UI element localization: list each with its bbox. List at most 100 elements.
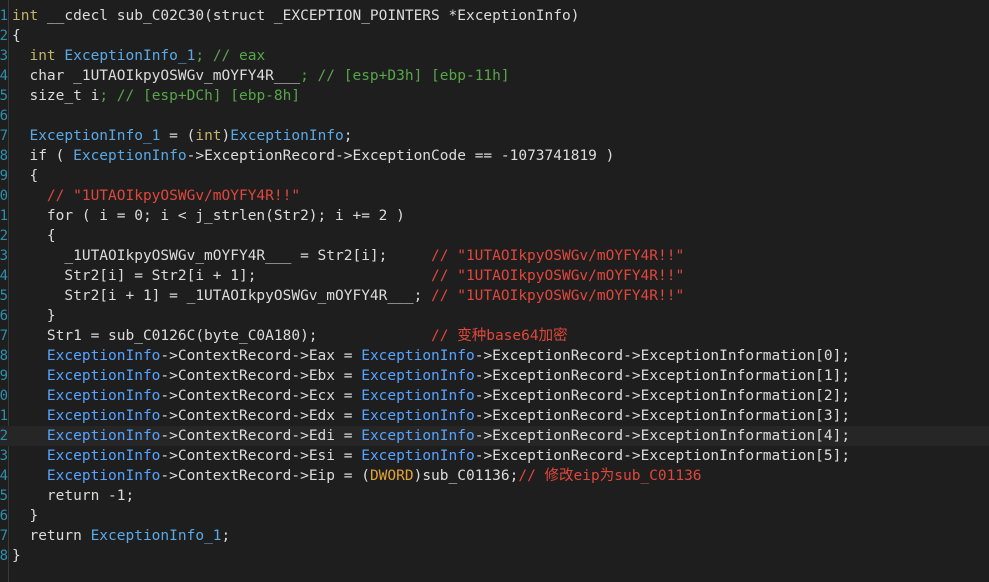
- code-text: ExceptionInfo->ContextRecord->Edx = Exce…: [12, 406, 850, 426]
- code-line[interactable]: 6 }: [0, 306, 989, 326]
- code-line[interactable]: 7 Str1 = sub_C0126C(byte_C0A180); // 变种b…: [0, 326, 989, 346]
- code-token: ExceptionInfo: [46, 388, 161, 404]
- code-lines[interactable]: 1 int __cdecl sub_C02C30(struct _EXCEPTIO…: [0, 6, 989, 566]
- code-token: ExceptionInfo: [361, 448, 475, 464]
- pseudocode-editor[interactable]: 1 int __cdecl sub_C02C30(struct _EXCEPTIO…: [0, 0, 989, 582]
- code-token: ExceptionInfo: [46, 348, 161, 364]
- code-line[interactable]: 5 return -1;: [0, 486, 989, 506]
- code-token: ; // [esp+D3h] [ebp-11h]: [300, 68, 510, 84]
- line-number: 3: [0, 48, 8, 64]
- line-number: 4: [0, 468, 8, 484]
- line-number: 5: [0, 488, 8, 504]
- code-line[interactable]: 1 int __cdecl sub_C02C30(struct _EXCEPTIO…: [0, 6, 989, 26]
- code-token: // "1UTAOIkpyOSWGv/mOYFY4R!!": [431, 248, 685, 264]
- code-line[interactable]: 6: [0, 106, 989, 126]
- code-text: ExceptionInfo->ContextRecord->Esi = Exce…: [12, 446, 850, 466]
- code-line[interactable]: 3 ExceptionInfo->ContextRecord->Esi = Ex…: [0, 446, 989, 466]
- code-token: ExceptionInfo: [361, 388, 475, 404]
- code-token: ExceptionInfo_1: [29, 128, 161, 144]
- code-token: ->ContextRecord->Esi =: [160, 448, 362, 464]
- code-line[interactable]: 8 ExceptionInfo->ContextRecord->Eax = Ex…: [0, 346, 989, 366]
- code-token: ExceptionInfo: [361, 348, 475, 364]
- code-text: Str1 = sub_C0126C(byte_C0A180); // 变种bas…: [12, 326, 568, 346]
- line-number: 7: [0, 128, 8, 144]
- line-number: 7: [0, 328, 8, 344]
- code-line[interactable]: 0 // "1UTAOIkpyOSWGv/mOYFY4R!!": [0, 186, 989, 206]
- code-text: return ExceptionInfo_1;: [12, 526, 230, 546]
- line-number: 3: [0, 248, 8, 264]
- code-token: // 修改eip为sub_C01136: [518, 468, 702, 484]
- code-token: int: [195, 128, 222, 144]
- code-token: // "1UTAOIkpyOSWGv/mOYFY4R!!": [431, 288, 685, 304]
- code-token: ExceptionInfo: [46, 428, 161, 444]
- code-token: return -1;: [12, 488, 135, 504]
- code-text: ExceptionInfo->ContextRecord->Ebx = Exce…: [12, 366, 850, 386]
- code-token: ExceptionInfo: [46, 448, 161, 464]
- code-token: int: [29, 48, 56, 64]
- code-line[interactable]: 5 size_t i; // [esp+DCh] [ebp-8h]: [0, 86, 989, 106]
- code-text: {: [12, 26, 21, 46]
- code-token: ->ContextRecord->Ebx =: [160, 368, 362, 384]
- code-line[interactable]: 8 if ( ExceptionInfo->ExceptionRecord->E…: [0, 146, 989, 166]
- code-token: ->ExceptionRecord->ExceptionInformation[…: [474, 408, 851, 424]
- code-text: Str2[i + 1] = _1UTAOIkpyOSWGv_mOYFY4R___…: [12, 286, 684, 306]
- line-number: 4: [0, 68, 8, 84]
- code-text: }: [12, 306, 56, 326]
- code-token: = (: [160, 128, 196, 144]
- code-token: ; // [esp+DCh] [ebp-8h]: [99, 88, 301, 104]
- code-line[interactable]: 0 ExceptionInfo->ContextRecord->Ecx = Ex…: [0, 386, 989, 406]
- code-token: ->ExceptionRecord->ExceptionInformation[…: [474, 348, 851, 364]
- code-token: ;: [343, 128, 353, 144]
- code-line[interactable]: 4 Str2[i] = Str2[i + 1]; // "1UTAOIkpyOS…: [0, 266, 989, 286]
- code-token: ExceptionInfo: [361, 428, 475, 444]
- code-text: int ExceptionInfo_1; // eax: [12, 46, 265, 66]
- code-line[interactable]: 2{: [0, 26, 989, 46]
- line-number: 8: [0, 548, 8, 564]
- line-number: 6: [0, 108, 8, 124]
- code-text: }: [12, 506, 38, 526]
- code-token: ->ExceptionRecord->ExceptionInformation[…: [474, 448, 851, 464]
- code-line[interactable]: 4 char _1UTAOIkpyOSWGv_mOYFY4R___; // [e…: [0, 66, 989, 86]
- code-token: ->ExceptionRecord->ExceptionCode == -107…: [186, 148, 615, 164]
- line-number: 5: [0, 288, 8, 304]
- line-number: 1: [0, 8, 8, 24]
- code-line[interactable]: 9 {: [0, 166, 989, 186]
- code-line[interactable]: 4 ExceptionInfo->ContextRecord->Eip = (D…: [0, 466, 989, 486]
- code-line[interactable]: 3 int ExceptionInfo_1; // eax: [0, 46, 989, 66]
- code-token: ): [221, 128, 231, 144]
- code-text: if ( ExceptionInfo->ExceptionRecord->Exc…: [12, 146, 614, 166]
- line-number: 4: [0, 268, 8, 284]
- code-token: DWORD: [369, 468, 414, 484]
- code-line[interactable]: 1 for ( i = 0; i < j_strlen(Str2); i += …: [0, 206, 989, 226]
- code-line[interactable]: 7 return ExceptionInfo_1;: [0, 526, 989, 546]
- code-token: ->ContextRecord->Eip = (: [160, 468, 370, 484]
- code-text: // "1UTAOIkpyOSWGv/mOYFY4R!!": [12, 186, 300, 206]
- code-line[interactable]: 2 ExceptionInfo->ContextRecord->Edi = Ex…: [0, 426, 989, 446]
- code-text: {: [12, 226, 56, 246]
- code-line[interactable]: 2 {: [0, 226, 989, 246]
- code-text: ExceptionInfo_1 = (int)ExceptionInfo;: [12, 126, 353, 146]
- code-token: char _1UTAOIkpyOSWGv_mOYFY4R___: [12, 68, 301, 84]
- code-line[interactable]: 6 }: [0, 506, 989, 526]
- code-token: ;: [221, 528, 231, 544]
- code-line[interactable]: 5 Str2[i + 1] = _1UTAOIkpyOSWGv_mOYFY4R_…: [0, 286, 989, 306]
- line-number: 6: [0, 308, 8, 324]
- code-token: // 变种base64加密: [431, 328, 568, 344]
- line-number: 2: [0, 228, 8, 244]
- code-line[interactable]: 7 ExceptionInfo_1 = (int)ExceptionInfo;: [0, 126, 989, 146]
- code-line[interactable]: 9 ExceptionInfo->ContextRecord->Ebx = Ex…: [0, 366, 989, 386]
- code-text: int __cdecl sub_C02C30(struct _EXCEPTION…: [12, 6, 579, 26]
- code-line[interactable]: 3 _1UTAOIkpyOSWGv_mOYFY4R___ = Str2[i]; …: [0, 246, 989, 266]
- code-token: ExceptionInfo_1: [64, 48, 196, 64]
- code-line[interactable]: 1 ExceptionInfo->ContextRecord->Edx = Ex…: [0, 406, 989, 426]
- code-token: {: [12, 228, 56, 244]
- code-line[interactable]: 8}: [0, 546, 989, 566]
- line-number: 0: [0, 388, 8, 404]
- line-number: 7: [0, 528, 8, 544]
